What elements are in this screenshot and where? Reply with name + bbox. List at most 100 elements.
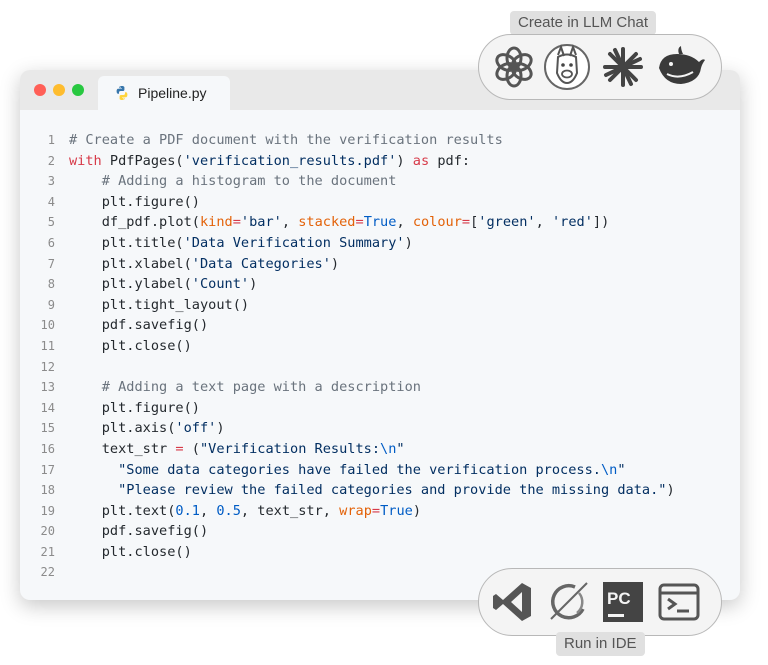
code-token: " [396, 440, 405, 457]
line-number: 15 [40, 421, 55, 436]
line-number: 16 [40, 441, 55, 456]
code-token: with [69, 152, 110, 169]
code-token: 'bar' [240, 214, 282, 231]
code-line: 20 pdf.savefig() [20, 521, 740, 542]
code-token: plt.figure() [101, 399, 200, 416]
minimize-window-button[interactable] [53, 84, 65, 96]
code-token: = [371, 502, 381, 519]
line-number: 13 [40, 380, 55, 395]
code-token: ) [404, 234, 413, 251]
line-number: 17 [40, 462, 55, 477]
code-line: 17 "Some data categories have failed the… [20, 460, 740, 481]
code-line: 14 plt.figure() [20, 398, 740, 419]
code-editor[interactable]: 1 # Create a PDF document with the verifi… [20, 130, 740, 583]
ide-label: Run in IDE [556, 632, 645, 656]
code-token: ) [396, 152, 413, 169]
code-token: ) [330, 255, 340, 272]
code-line: 4 plt.figure() [20, 192, 740, 213]
code-line: 7 plt.xlabel('Data Categories') [20, 254, 740, 275]
pycharm-icon[interactable]: PC [601, 580, 645, 624]
line-number: 18 [40, 483, 55, 498]
code-token: pdf: [429, 152, 471, 169]
code-line: 21 plt.close() [20, 542, 740, 563]
line-number: 1 [47, 133, 55, 147]
code-token: = [461, 214, 471, 231]
code-text: plt.tight_layout() [69, 295, 249, 316]
code-token: PdfPages( [109, 152, 184, 169]
code-text: plt.axis('off') [69, 418, 225, 439]
code-token: plt.figure() [101, 193, 200, 210]
code-token: "Verification Results: [199, 440, 381, 457]
code-token: = [232, 214, 241, 231]
code-token: plt.close() [101, 543, 192, 560]
line-number: 2 [47, 153, 55, 168]
code-token: 0.1 [175, 502, 200, 519]
code-token: plt.text( [101, 502, 176, 519]
code-line: 9 plt.tight_layout() [20, 295, 740, 316]
code-text: text_str = ("Verification Results:\n" [69, 439, 405, 460]
close-window-button[interactable] [34, 84, 46, 96]
code-token: = [175, 440, 184, 457]
llm-chat-label: Create in LLM Chat [510, 11, 657, 35]
ide-toolbar: PC [478, 568, 722, 636]
code-token: df_pdf.plot( [101, 214, 200, 231]
line-number: 3 [47, 174, 55, 189]
code-text: # Create a PDF document with the verific… [69, 130, 503, 151]
code-token: 'Data Categories' [191, 255, 331, 272]
pycharm-icon-text: PC [607, 589, 631, 608]
code-line: 19 plt.text(0.1, 0.5, text_str, wrap=Tru… [20, 501, 740, 522]
code-token: stacked [298, 214, 356, 231]
file-tab[interactable]: Pipeline.py [98, 76, 230, 110]
code-token: 'green' [478, 214, 536, 231]
file-tab-label: Pipeline.py [138, 85, 207, 101]
code-text: plt.figure() [69, 398, 200, 419]
code-line: 5 df_pdf.plot(kind='bar', stacked=True, … [20, 212, 740, 233]
code-token: 0.5 [216, 502, 241, 519]
code-text: plt.xlabel('Data Categories') [69, 254, 339, 275]
code-token: True [380, 502, 413, 519]
line-number: 6 [47, 235, 55, 250]
code-token: ]) [592, 214, 610, 231]
code-text: plt.text(0.1, 0.5, text_str, wrap=True) [69, 501, 421, 522]
code-text: plt.close() [69, 542, 192, 563]
terminal-icon[interactable] [657, 580, 701, 624]
code-line: 8 plt.ylabel('Count') [20, 274, 740, 295]
code-token: True [363, 214, 397, 231]
line-number: 8 [47, 277, 55, 292]
code-token: plt.xlabel( [101, 255, 192, 272]
code-token: pdf.savefig() [101, 523, 209, 540]
code-token: ) [216, 420, 225, 437]
code-token: 'red' [551, 214, 593, 231]
line-number: 12 [40, 359, 55, 374]
code-token: " [617, 461, 626, 478]
code-line: 16 text_str = ("Verification Results:\n" [20, 439, 740, 460]
eclipse-icon[interactable] [545, 579, 591, 625]
code-text: plt.ylabel('Count') [69, 274, 258, 295]
llm-chat-toolbar [478, 34, 722, 100]
maximize-window-button[interactable] [72, 84, 84, 96]
code-token: "Some data categories have failed the ve… [118, 461, 601, 478]
chatgpt-icon[interactable] [491, 44, 537, 90]
line-number: 21 [40, 544, 55, 559]
line-number: 20 [40, 524, 55, 539]
code-line: 18 "Please review the failed categories … [20, 480, 740, 501]
deepseek-icon[interactable] [655, 44, 707, 90]
line-number: 10 [40, 318, 55, 333]
line-number: 11 [40, 338, 55, 353]
code-token: wrap [339, 502, 372, 519]
code-token: # Create a PDF document with the verific… [69, 132, 503, 148]
code-line: 12 [20, 357, 740, 378]
claude-icon[interactable] [601, 45, 645, 89]
line-number: 9 [47, 297, 55, 312]
code-text: plt.title('Data Verification Summary') [69, 233, 413, 254]
code-token: pdf.savefig() [101, 317, 209, 334]
code-token: plt.ylabel( [101, 276, 192, 293]
code-token: # Adding a histogram to the document [101, 173, 397, 190]
llama-icon[interactable] [543, 43, 591, 91]
code-token: text_str [101, 440, 176, 457]
line-number: 14 [40, 400, 55, 415]
code-token: plt.close() [101, 337, 192, 354]
code-text: df_pdf.plot(kind='bar', stacked=True, co… [69, 212, 610, 233]
vscode-icon[interactable] [491, 580, 535, 624]
code-line: 2 with PdfPages('verification_results.pdf… [20, 151, 740, 172]
